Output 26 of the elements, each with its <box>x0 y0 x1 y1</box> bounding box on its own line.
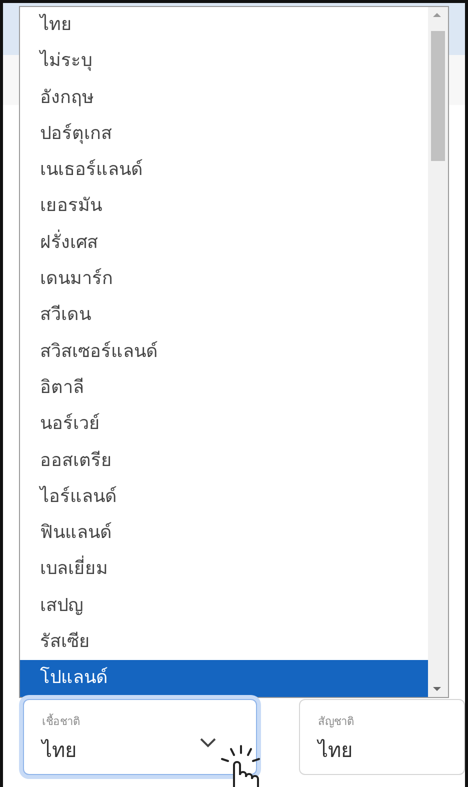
dropdown-option[interactable]: เสปญ <box>20 588 428 624</box>
dropdown-option[interactable]: เบลเยี่ยม <box>20 551 428 588</box>
dropdown-option[interactable]: สวีเดน <box>20 297 428 334</box>
scrollbar[interactable] <box>428 7 448 697</box>
field-label: สัญชาติ <box>318 714 354 730</box>
dropdown-option[interactable]: ไม่ระบุ <box>20 43 428 80</box>
dropdown-option[interactable]: ปอร์ตุเกส <box>20 116 428 152</box>
dropdown-option[interactable]: อังกฤษ <box>20 80 428 116</box>
chevron-down-icon <box>200 738 216 748</box>
field-value: ไทย <box>318 737 353 764</box>
dropdown-option[interactable]: ออสเตรีย <box>20 442 428 479</box>
dropdown-option[interactable]: โปแลนด์ <box>20 660 428 697</box>
text-field[interactable]: สัญชาติ ไทย <box>299 699 465 775</box>
dropdown-option[interactable]: นอร์เวย์ <box>20 406 428 443</box>
dropdown-option[interactable]: ฝรั่งเศส <box>20 224 428 262</box>
dropdown-option[interactable]: เนเธอร์แลนด์ <box>20 152 428 188</box>
dropdown-option[interactable]: ไทย <box>20 7 428 44</box>
dropdown-option[interactable]: รัสเซีย <box>20 624 428 660</box>
field-value: ไทย <box>42 737 77 764</box>
dropdown-option[interactable]: เดนมาร์ก <box>20 261 428 298</box>
dropdown-option[interactable]: อิตาลี <box>20 370 428 406</box>
dropdown-option[interactable]: เยอรมัน <box>20 188 428 225</box>
dropdown-option[interactable]: ไอร์แลนด์ <box>20 478 428 516</box>
field-label: เชื้อชาติ <box>42 712 80 730</box>
dropdown-option[interactable]: สวิสเซอร์แลนด์ <box>20 334 428 370</box>
dropdown-option[interactable]: ฟินแลนด์ <box>20 515 428 552</box>
